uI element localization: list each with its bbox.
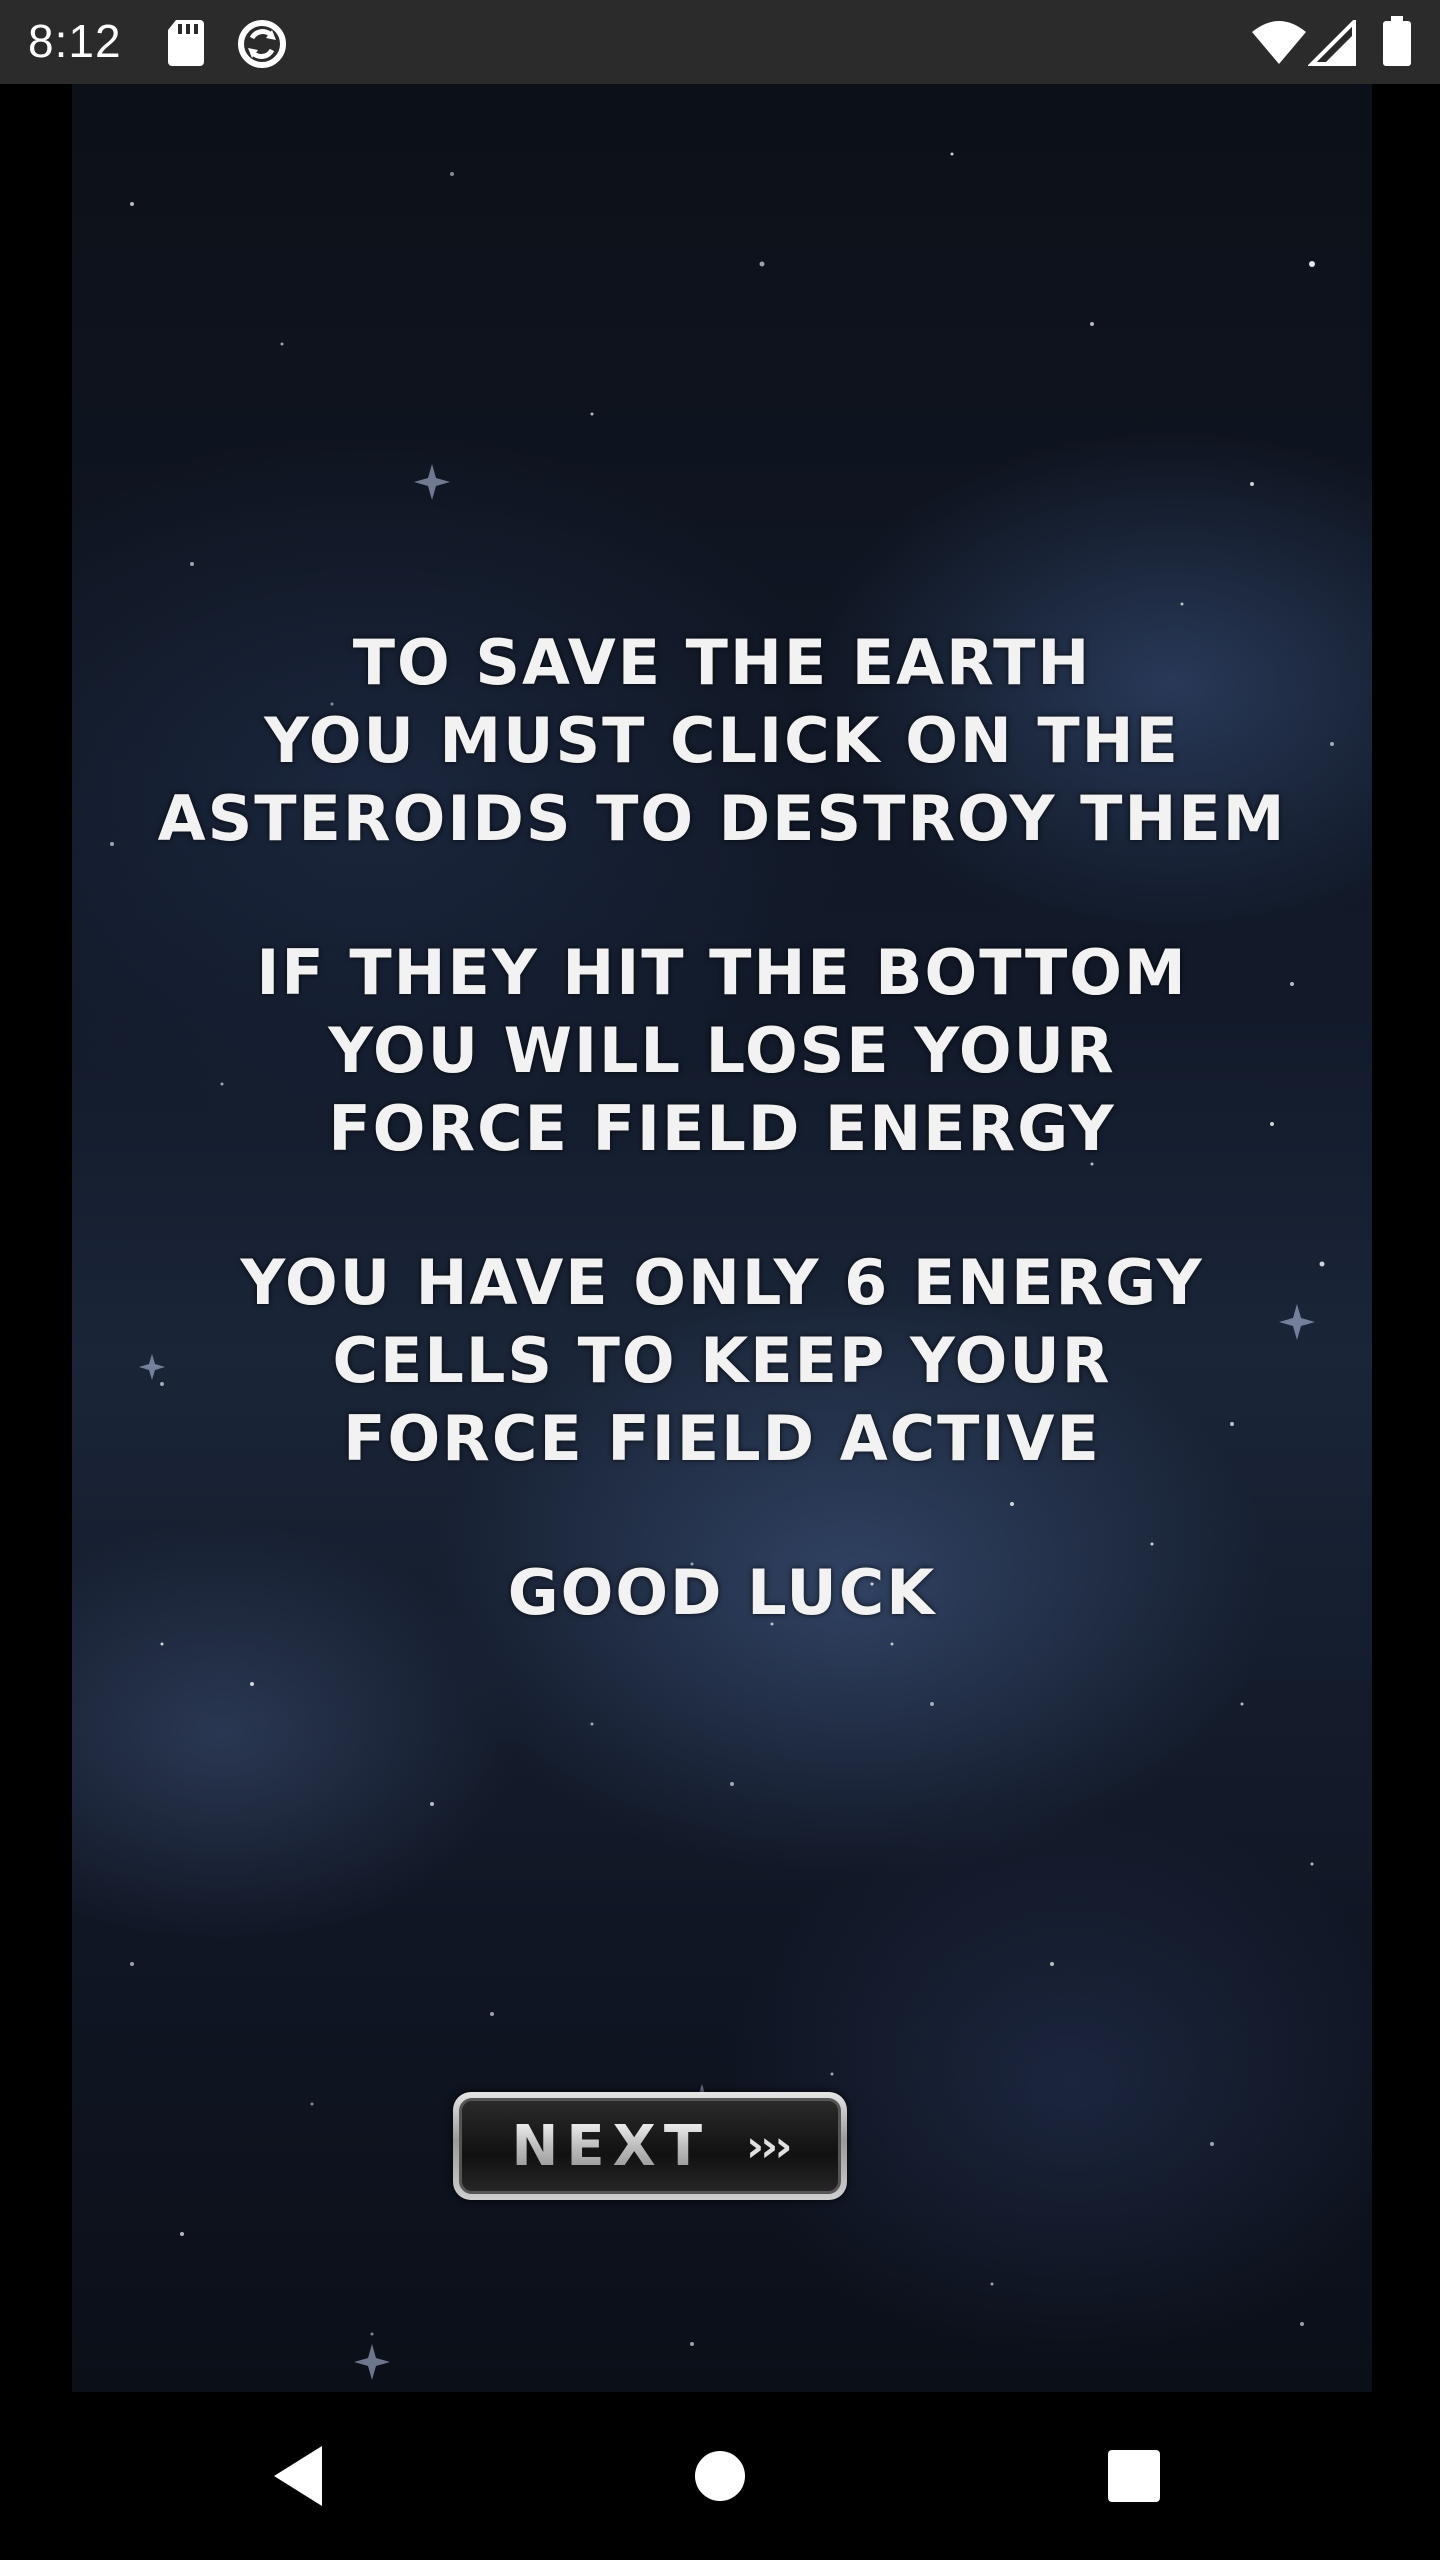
navigation-bar: [0, 2392, 1440, 2560]
wifi-icon: [1252, 20, 1306, 68]
back-icon[interactable]: [264, 2440, 336, 2512]
instructions-paragraph-1: TO SAVE THE EARTH YOU MUST CLICK ON THE …: [72, 624, 1372, 858]
instruction-line: IF THEY HIT THE BOTTOM: [256, 936, 1188, 1009]
instruction-line: FORCE FIELD ENERGY: [328, 1092, 1116, 1165]
sd-card-icon: [166, 18, 206, 70]
instruction-line: YOU WILL LOSE YOUR: [328, 1014, 1116, 1087]
battery-icon: [1382, 16, 1412, 70]
status-time: 8:12: [28, 15, 122, 67]
signal-icon: [1307, 17, 1356, 70]
instruction-line: YOU MUST CLICK ON THE: [264, 704, 1180, 777]
recents-icon[interactable]: [1098, 2440, 1170, 2512]
instructions-paragraph-3: YOU HAVE ONLY 6 ENERGY CELLS TO KEEP YOU…: [72, 1244, 1372, 1478]
instruction-line: YOU HAVE ONLY 6 ENERGY: [240, 1246, 1204, 1319]
home-icon[interactable]: [684, 2440, 756, 2512]
instruction-line: FORCE FIELD ACTIVE: [343, 1402, 1101, 1475]
good-luck-text: GOOD LUCK: [507, 1556, 937, 1629]
game-screen: TO SAVE THE EARTH YOU MUST CLICK ON THE …: [72, 84, 1372, 2392]
next-button-label: NEXT: [511, 2113, 711, 2179]
next-button-face: NEXT ›››: [459, 2098, 841, 2194]
status-bar: 8:12: [0, 0, 1440, 84]
instructions-paragraph-2: IF THEY HIT THE BOTTOM YOU WILL LOSE YOU…: [72, 934, 1372, 1168]
next-button[interactable]: NEXT ›››: [453, 2092, 847, 2200]
instruction-line: TO SAVE THE EARTH: [352, 626, 1092, 699]
sync-icon: [236, 18, 288, 74]
instruction-line: CELLS TO KEEP YOUR: [332, 1324, 1112, 1397]
instruction-line: ASTEROIDS TO DESTROY THEM: [157, 782, 1287, 855]
chevrons-right-icon: ›››: [746, 2120, 792, 2172]
instructions-text: TO SAVE THE EARTH YOU MUST CLICK ON THE …: [72, 624, 1372, 1632]
